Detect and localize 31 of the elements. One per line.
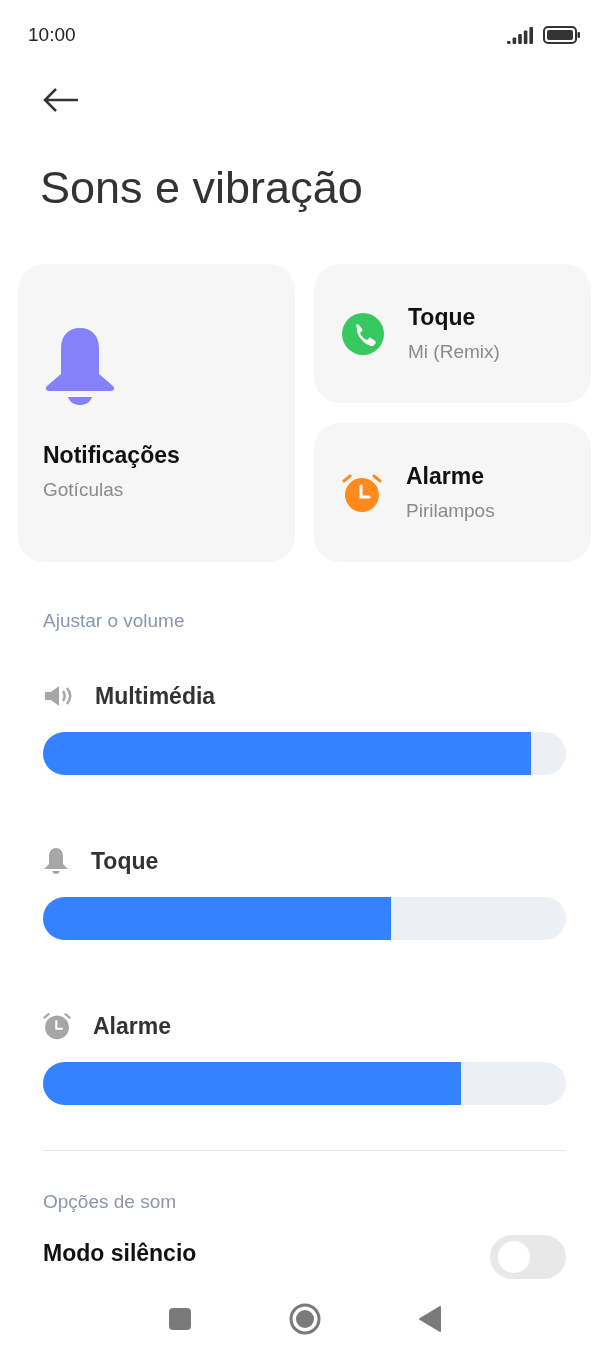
back-button[interactable] xyxy=(42,87,80,113)
bell-icon xyxy=(43,326,117,406)
section-header: Ajustar o volume xyxy=(43,610,186,632)
volume-label: Multimédia xyxy=(95,682,216,710)
volume-label: Toque xyxy=(91,847,159,875)
back-nav-button[interactable] xyxy=(418,1306,441,1332)
volume-slider[interactable] xyxy=(43,897,566,940)
card-title: Toque xyxy=(408,304,477,331)
volume-slider[interactable] xyxy=(43,1062,566,1105)
status-time: 10:00 xyxy=(28,24,76,46)
card-subtitle: Pirilampos xyxy=(406,500,495,522)
recents-button[interactable] xyxy=(168,1308,191,1330)
card-title: Notificações xyxy=(43,442,181,469)
alarm-clock-icon xyxy=(342,472,382,513)
sound-card[interactable]: Notificações Gotículas xyxy=(18,264,295,562)
home-button[interactable] xyxy=(288,1303,321,1335)
card-subtitle: Gotículas xyxy=(43,479,125,501)
option-label: Modo silêncio xyxy=(43,1239,197,1267)
page-title: Sons e vibração xyxy=(40,161,364,215)
signal-icon xyxy=(507,26,535,44)
card-title: Alarme xyxy=(406,463,485,490)
sound-card[interactable]: Alarme Pirilampos xyxy=(314,423,591,562)
bell-icon xyxy=(43,847,69,875)
card-subtitle: Mi (Remix) xyxy=(408,341,500,363)
sound-card[interactable]: Toque Mi (Remix) xyxy=(314,264,591,403)
battery-icon xyxy=(543,26,581,44)
section-header: Opções de som xyxy=(43,1191,178,1213)
speaker-icon xyxy=(43,684,73,708)
alarm-clock-icon xyxy=(43,1012,71,1040)
phone-icon xyxy=(342,312,384,355)
volume-label: Alarme xyxy=(93,1012,171,1040)
